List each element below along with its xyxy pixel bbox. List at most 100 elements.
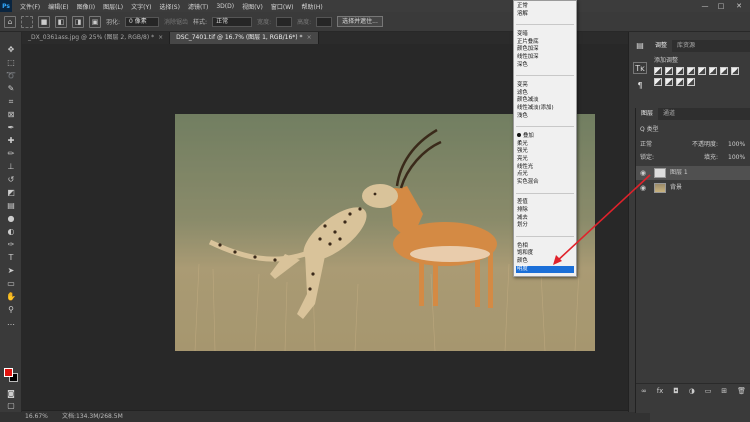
blend-option[interactable]: 色相 (516, 243, 574, 250)
blend-option[interactable]: 实色混合 (516, 179, 574, 186)
blend-option[interactable]: 浅色 (516, 113, 574, 120)
blur-tool-icon[interactable]: ● (3, 213, 19, 224)
blend-option[interactable]: 明度 (516, 265, 574, 273)
blend-option[interactable]: 排除 (516, 207, 574, 214)
eraser-tool-icon[interactable]: ◩ (3, 187, 19, 198)
blend-option[interactable]: 柔光 (516, 141, 574, 148)
hand-tool-icon[interactable]: ✋ (3, 291, 19, 302)
invert-icon[interactable] (676, 78, 684, 86)
blend-option[interactable]: 深色 (516, 62, 574, 69)
type-tool-icon[interactable]: T (3, 252, 19, 263)
exposure-icon[interactable] (687, 67, 695, 75)
zoom-level[interactable]: 16.67% (25, 411, 48, 422)
path-selection-tool-icon[interactable]: ➤ (3, 265, 19, 276)
black-white-icon[interactable] (731, 67, 739, 75)
blend-option[interactable]: 正常 (516, 3, 574, 10)
brightness-icon[interactable] (654, 67, 662, 75)
group-icon[interactable]: ▭ (705, 387, 712, 395)
hue-saturation-icon[interactable] (709, 67, 717, 75)
paragraph-panel-icon[interactable]: ¶ (633, 80, 647, 92)
blend-option[interactable]: 减去 (516, 215, 574, 222)
menu-3d[interactable]: 3D(D) (212, 3, 238, 10)
add-selection-icon[interactable]: ◧ (55, 15, 67, 28)
close-tab-icon[interactable]: × (307, 34, 312, 41)
menu-edit[interactable]: 编辑(E) (44, 2, 72, 11)
style-select[interactable]: 正常 (212, 16, 253, 27)
tab-document-1[interactable]: _DX_0361ass.jpg @ 25% (图层 2, RGB/8) * × (22, 32, 171, 44)
levels-icon[interactable] (665, 67, 673, 75)
adjustment-layer-icon[interactable]: ◑ (689, 387, 695, 395)
frame-tool-icon[interactable]: ⊠ (3, 109, 19, 120)
tab-adjustments[interactable]: 调整 (650, 40, 673, 52)
channel-mixer-icon[interactable] (665, 78, 673, 86)
select-and-mask-button[interactable]: 选择并遮住... (337, 16, 383, 27)
antialias-checkbox[interactable]: 消除锯齿 (164, 17, 188, 26)
tab-layers[interactable]: 图层 (636, 108, 659, 120)
visibility-eye-icon[interactable]: ◉ (640, 166, 646, 180)
visibility-eye-icon[interactable]: ◉ (640, 181, 646, 195)
layer-kind-filter[interactable]: Q 类型 (636, 124, 750, 135)
marquee-tool-preset-icon[interactable] (21, 15, 33, 28)
blend-option[interactable]: 变亮 (516, 82, 574, 89)
vibrance-icon[interactable] (698, 67, 706, 75)
menu-layer[interactable]: 图层(L) (99, 2, 127, 11)
blend-option[interactable]: 线性光 (516, 164, 574, 171)
fx-icon[interactable]: fx (657, 387, 664, 395)
menu-help[interactable]: 帮助(H) (298, 2, 327, 11)
quick-select-tool-icon[interactable]: ✎ (3, 83, 19, 94)
blend-option[interactable]: 滤色 (516, 90, 574, 97)
blend-option[interactable]: 线性加深 (516, 54, 574, 61)
fill-value[interactable]: 100% (728, 152, 745, 163)
width-input[interactable] (276, 16, 293, 27)
menu-file[interactable]: 文件(F) (16, 2, 44, 11)
tab-channels[interactable]: 通道 (658, 108, 680, 120)
close-tab-icon[interactable]: × (158, 34, 163, 41)
home-icon[interactable]: ⌂ (4, 15, 16, 28)
mask-icon[interactable]: ◘ (673, 387, 679, 395)
history-brush-tool-icon[interactable]: ↺ (3, 174, 19, 185)
menu-select[interactable]: 选择(S) (155, 2, 184, 11)
gradient-tool-icon[interactable]: ▤ (3, 200, 19, 211)
menu-window[interactable]: 窗口(W) (267, 2, 298, 11)
tab-document-2[interactable]: DSC_7401.tif @ 16.7% (图层 1, RGB/16*) * × (170, 32, 319, 44)
blend-mode-select[interactable]: 正常 不透明度: 100% (636, 139, 750, 150)
blend-option[interactable]: 颜色 (516, 258, 574, 265)
new-layer-icon[interactable]: ⊞ (721, 387, 727, 395)
subtract-selection-icon[interactable]: ◨ (72, 15, 84, 28)
blend-option[interactable]: 叠加 (516, 133, 574, 140)
layer-row-background[interactable]: ◉ 背景 (636, 181, 750, 195)
move-tool-icon[interactable]: ✥ (3, 44, 19, 55)
blend-option[interactable]: 线性减淡(添加) (516, 105, 574, 112)
rectangle-tool-icon[interactable]: ▭ (3, 278, 19, 289)
menu-view[interactable]: 视图(V) (238, 2, 267, 11)
screen-mode-icon[interactable]: ▢ (3, 400, 19, 411)
layer-row-1[interactable]: ◉ 图层 1 (636, 166, 750, 180)
delete-layer-icon[interactable]: 🗑 (737, 387, 746, 395)
tab-libraries[interactable]: 库资源 (672, 40, 700, 52)
blend-option[interactable]: 变暗 (516, 31, 574, 38)
blend-option[interactable]: 划分 (516, 222, 574, 229)
more-tools-icon[interactable]: … (3, 317, 19, 328)
blend-option[interactable]: 差值 (516, 199, 574, 206)
clone-stamp-tool-icon[interactable]: ⊥ (3, 161, 19, 172)
foreground-color-swatch[interactable] (4, 368, 13, 377)
dodge-tool-icon[interactable]: ◐ (3, 226, 19, 237)
blend-option[interactable]: 颜色加深 (516, 46, 574, 53)
color-balance-icon[interactable] (720, 67, 728, 75)
history-panel-icon[interactable]: ▤ (633, 40, 647, 52)
quick-mask-icon[interactable]: ◙ (3, 388, 19, 399)
intersect-selection-icon[interactable]: ▣ (89, 15, 101, 28)
blend-option[interactable]: 饱和度 (516, 250, 574, 257)
healing-brush-tool-icon[interactable]: ✚ (3, 135, 19, 146)
blend-option[interactable]: 点光 (516, 171, 574, 178)
menu-type[interactable]: 文字(Y) (127, 2, 155, 11)
menu-filter[interactable]: 滤镜(T) (184, 2, 212, 11)
blend-option[interactable]: 正片叠底 (516, 39, 574, 46)
curves-icon[interactable] (676, 67, 684, 75)
pen-tool-icon[interactable]: ✑ (3, 239, 19, 250)
character-panel-icon[interactable]: Tĸ (633, 62, 647, 74)
link-icon[interactable]: ∞ (641, 387, 647, 395)
close-button[interactable]: ✕ (732, 0, 746, 12)
blend-option[interactable]: 颜色减淡 (516, 97, 574, 104)
menu-image[interactable]: 图像(I) (73, 2, 99, 11)
